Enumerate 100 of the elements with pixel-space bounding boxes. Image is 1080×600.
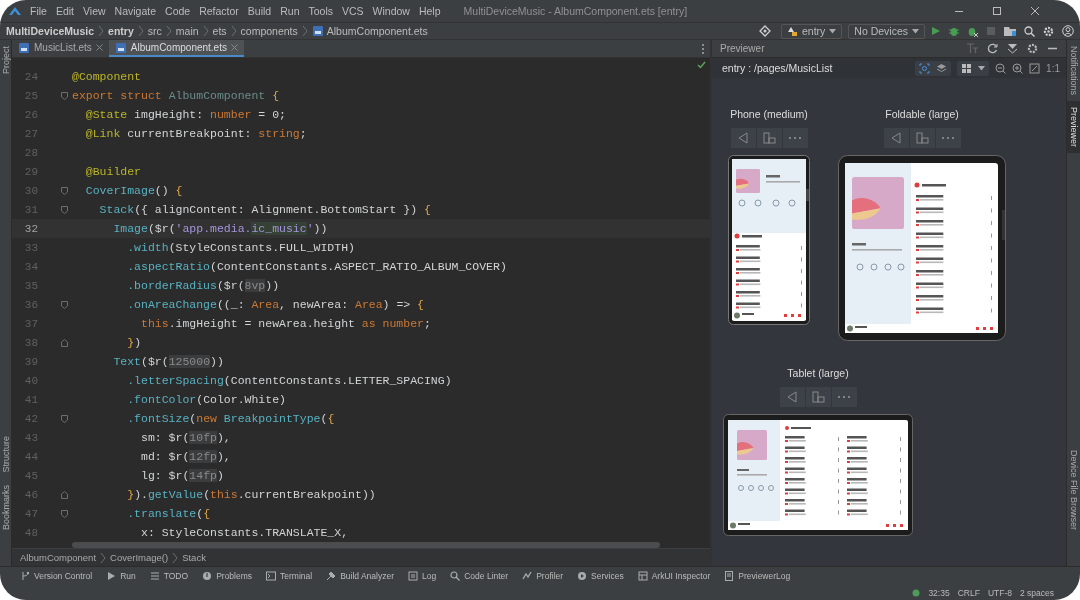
breadcrumb-item[interactable]: AlbumComponent bbox=[20, 552, 97, 563]
search-icon[interactable] bbox=[1024, 25, 1035, 37]
rotate-button[interactable] bbox=[805, 387, 831, 407]
breadcrumb-item[interactable]: AlbumComponent.ets bbox=[326, 25, 428, 37]
tool-window-button[interactable]: PreviewerLog bbox=[724, 571, 791, 581]
more-button[interactable] bbox=[935, 128, 961, 148]
tool-window-tab[interactable]: Notifications bbox=[1067, 40, 1080, 102]
breadcrumb-item[interactable]: MultiDeviceMusic bbox=[6, 25, 95, 37]
breadcrumb-item[interactable]: src bbox=[147, 25, 162, 37]
fold-marker-icon[interactable] bbox=[61, 300, 68, 309]
fold-marker-icon[interactable] bbox=[61, 509, 68, 518]
chevron-icon bbox=[301, 25, 308, 37]
tool-icon bbox=[637, 571, 648, 581]
account-icon[interactable] bbox=[1062, 25, 1074, 37]
code-line: }) bbox=[126, 336, 142, 349]
inspect-icon[interactable] bbox=[919, 62, 931, 74]
menu-item[interactable]: Edit bbox=[55, 5, 74, 17]
more-icon[interactable] bbox=[701, 42, 705, 55]
breadcrumb-item[interactable]: ets bbox=[212, 25, 227, 37]
filter-icon[interactable] bbox=[1007, 43, 1018, 54]
tool-window-button[interactable]: Services bbox=[577, 571, 624, 581]
line-number: 36 bbox=[23, 298, 38, 311]
run-config-dropdown[interactable]: entry bbox=[780, 23, 843, 39]
target-icon[interactable] bbox=[758, 25, 771, 37]
fit-screen-icon[interactable] bbox=[1029, 62, 1041, 74]
window-title: MultiDeviceMusic - AlbumComponent.ets [entry] bbox=[463, 5, 688, 17]
caret-icon[interactable] bbox=[978, 65, 986, 71]
layers-icon[interactable] bbox=[936, 62, 948, 74]
fold-marker-icon[interactable] bbox=[61, 205, 68, 214]
breadcrumb-item[interactable]: components bbox=[240, 25, 298, 37]
fold-marker-icon[interactable] bbox=[61, 490, 68, 499]
tool-window-tab[interactable]: Structure bbox=[0, 430, 11, 479]
more-button[interactable] bbox=[782, 128, 808, 148]
zoom-out-icon[interactable] bbox=[995, 62, 1007, 74]
tool-window-tab[interactable]: Bookmarks bbox=[0, 479, 11, 536]
tool-window-button[interactable]: Profiler bbox=[522, 571, 564, 581]
tool-window-tab[interactable]: Device File Browser bbox=[1067, 443, 1080, 536]
tool-window-button[interactable]: Terminal bbox=[266, 571, 313, 581]
more-button[interactable] bbox=[831, 387, 857, 407]
menu-item[interactable]: Navigate bbox=[114, 5, 157, 17]
line-number: 30 bbox=[23, 184, 38, 197]
folder-icon[interactable] bbox=[1004, 26, 1016, 36]
rotate-button[interactable] bbox=[909, 128, 935, 148]
menu-item[interactable]: Code bbox=[165, 5, 191, 17]
fold-marker-icon[interactable] bbox=[61, 186, 68, 195]
tool-window-button[interactable]: TODO bbox=[149, 571, 189, 581]
menu-item[interactable]: Help bbox=[418, 5, 441, 17]
rotate-button[interactable] bbox=[756, 128, 782, 148]
tool-window-button[interactable]: Problems bbox=[202, 571, 253, 581]
device-dropdown[interactable]: No Devices bbox=[848, 23, 925, 39]
back-button[interactable] bbox=[730, 128, 756, 148]
run-icon[interactable] bbox=[931, 26, 941, 36]
maximize-icon[interactable] bbox=[992, 6, 1002, 16]
menu-item[interactable]: VCS bbox=[342, 5, 364, 17]
back-button[interactable] bbox=[883, 128, 909, 148]
status-item[interactable]: 2 spaces bbox=[1019, 587, 1054, 598]
tool-window-button[interactable]: ArkUI Inspector bbox=[637, 571, 711, 581]
font-size-icon[interactable] bbox=[967, 43, 978, 54]
menu-item[interactable]: Run bbox=[280, 5, 300, 17]
menu-item[interactable]: Tools bbox=[308, 5, 333, 17]
close-icon[interactable] bbox=[1030, 6, 1040, 16]
settings-icon[interactable] bbox=[1043, 25, 1054, 37]
menu-item[interactable]: Build bbox=[247, 5, 272, 17]
tool-window-button[interactable]: Run bbox=[106, 571, 136, 581]
bug-icon[interactable] bbox=[967, 25, 978, 37]
breadcrumb-item[interactable]: Stack bbox=[182, 552, 206, 563]
fold-marker-icon[interactable] bbox=[61, 414, 68, 423]
tool-window-button[interactable]: Build Analyzer bbox=[326, 571, 395, 581]
menu-item[interactable]: Window bbox=[372, 5, 410, 17]
menu-item[interactable]: View bbox=[83, 5, 106, 17]
file-icon bbox=[18, 41, 30, 54]
file-icon bbox=[311, 25, 324, 37]
refresh-icon[interactable] bbox=[987, 43, 998, 54]
status-item[interactable]: 32:35 bbox=[928, 587, 950, 598]
tool-window-tab[interactable]: Project bbox=[0, 40, 11, 80]
bug-icon[interactable] bbox=[949, 25, 959, 37]
breadcrumb-item[interactable]: entry bbox=[108, 25, 134, 37]
back-button[interactable] bbox=[779, 387, 805, 407]
fold-marker-icon[interactable] bbox=[61, 338, 68, 347]
breadcrumb-item[interactable]: main bbox=[175, 25, 199, 37]
tool-window-button[interactable]: Code Linter bbox=[450, 571, 509, 581]
menu-item[interactable]: File bbox=[30, 5, 47, 17]
status-item[interactable]: CRLF bbox=[957, 587, 980, 598]
tool-icon bbox=[106, 571, 117, 581]
tool-window-tab[interactable]: Previewer bbox=[1067, 101, 1080, 154]
zoom-in-icon[interactable] bbox=[1012, 62, 1024, 74]
zoom-reset-button[interactable]: 1:1 bbox=[1046, 62, 1060, 74]
tool-window-button[interactable]: Log bbox=[408, 571, 437, 581]
editor-tab[interactable]: AlbumComponent.ets bbox=[108, 40, 244, 57]
settings-icon[interactable] bbox=[1027, 43, 1038, 54]
editor-tab[interactable]: MusicList.ets bbox=[12, 40, 109, 57]
horizontal-scrollbar[interactable] bbox=[72, 542, 660, 548]
close-icon[interactable] bbox=[95, 44, 103, 51]
tool-window-button[interactable]: Version Control bbox=[20, 571, 93, 581]
grid-icon[interactable] bbox=[961, 62, 973, 74]
code-line: export struct AlbumComponent { bbox=[72, 89, 280, 102]
menu-item[interactable]: Refactor bbox=[199, 5, 239, 17]
breadcrumb-item[interactable]: CoverImage() bbox=[110, 552, 169, 563]
status-item[interactable]: UTF-8 bbox=[987, 587, 1012, 598]
fold-marker-icon[interactable] bbox=[61, 91, 68, 100]
